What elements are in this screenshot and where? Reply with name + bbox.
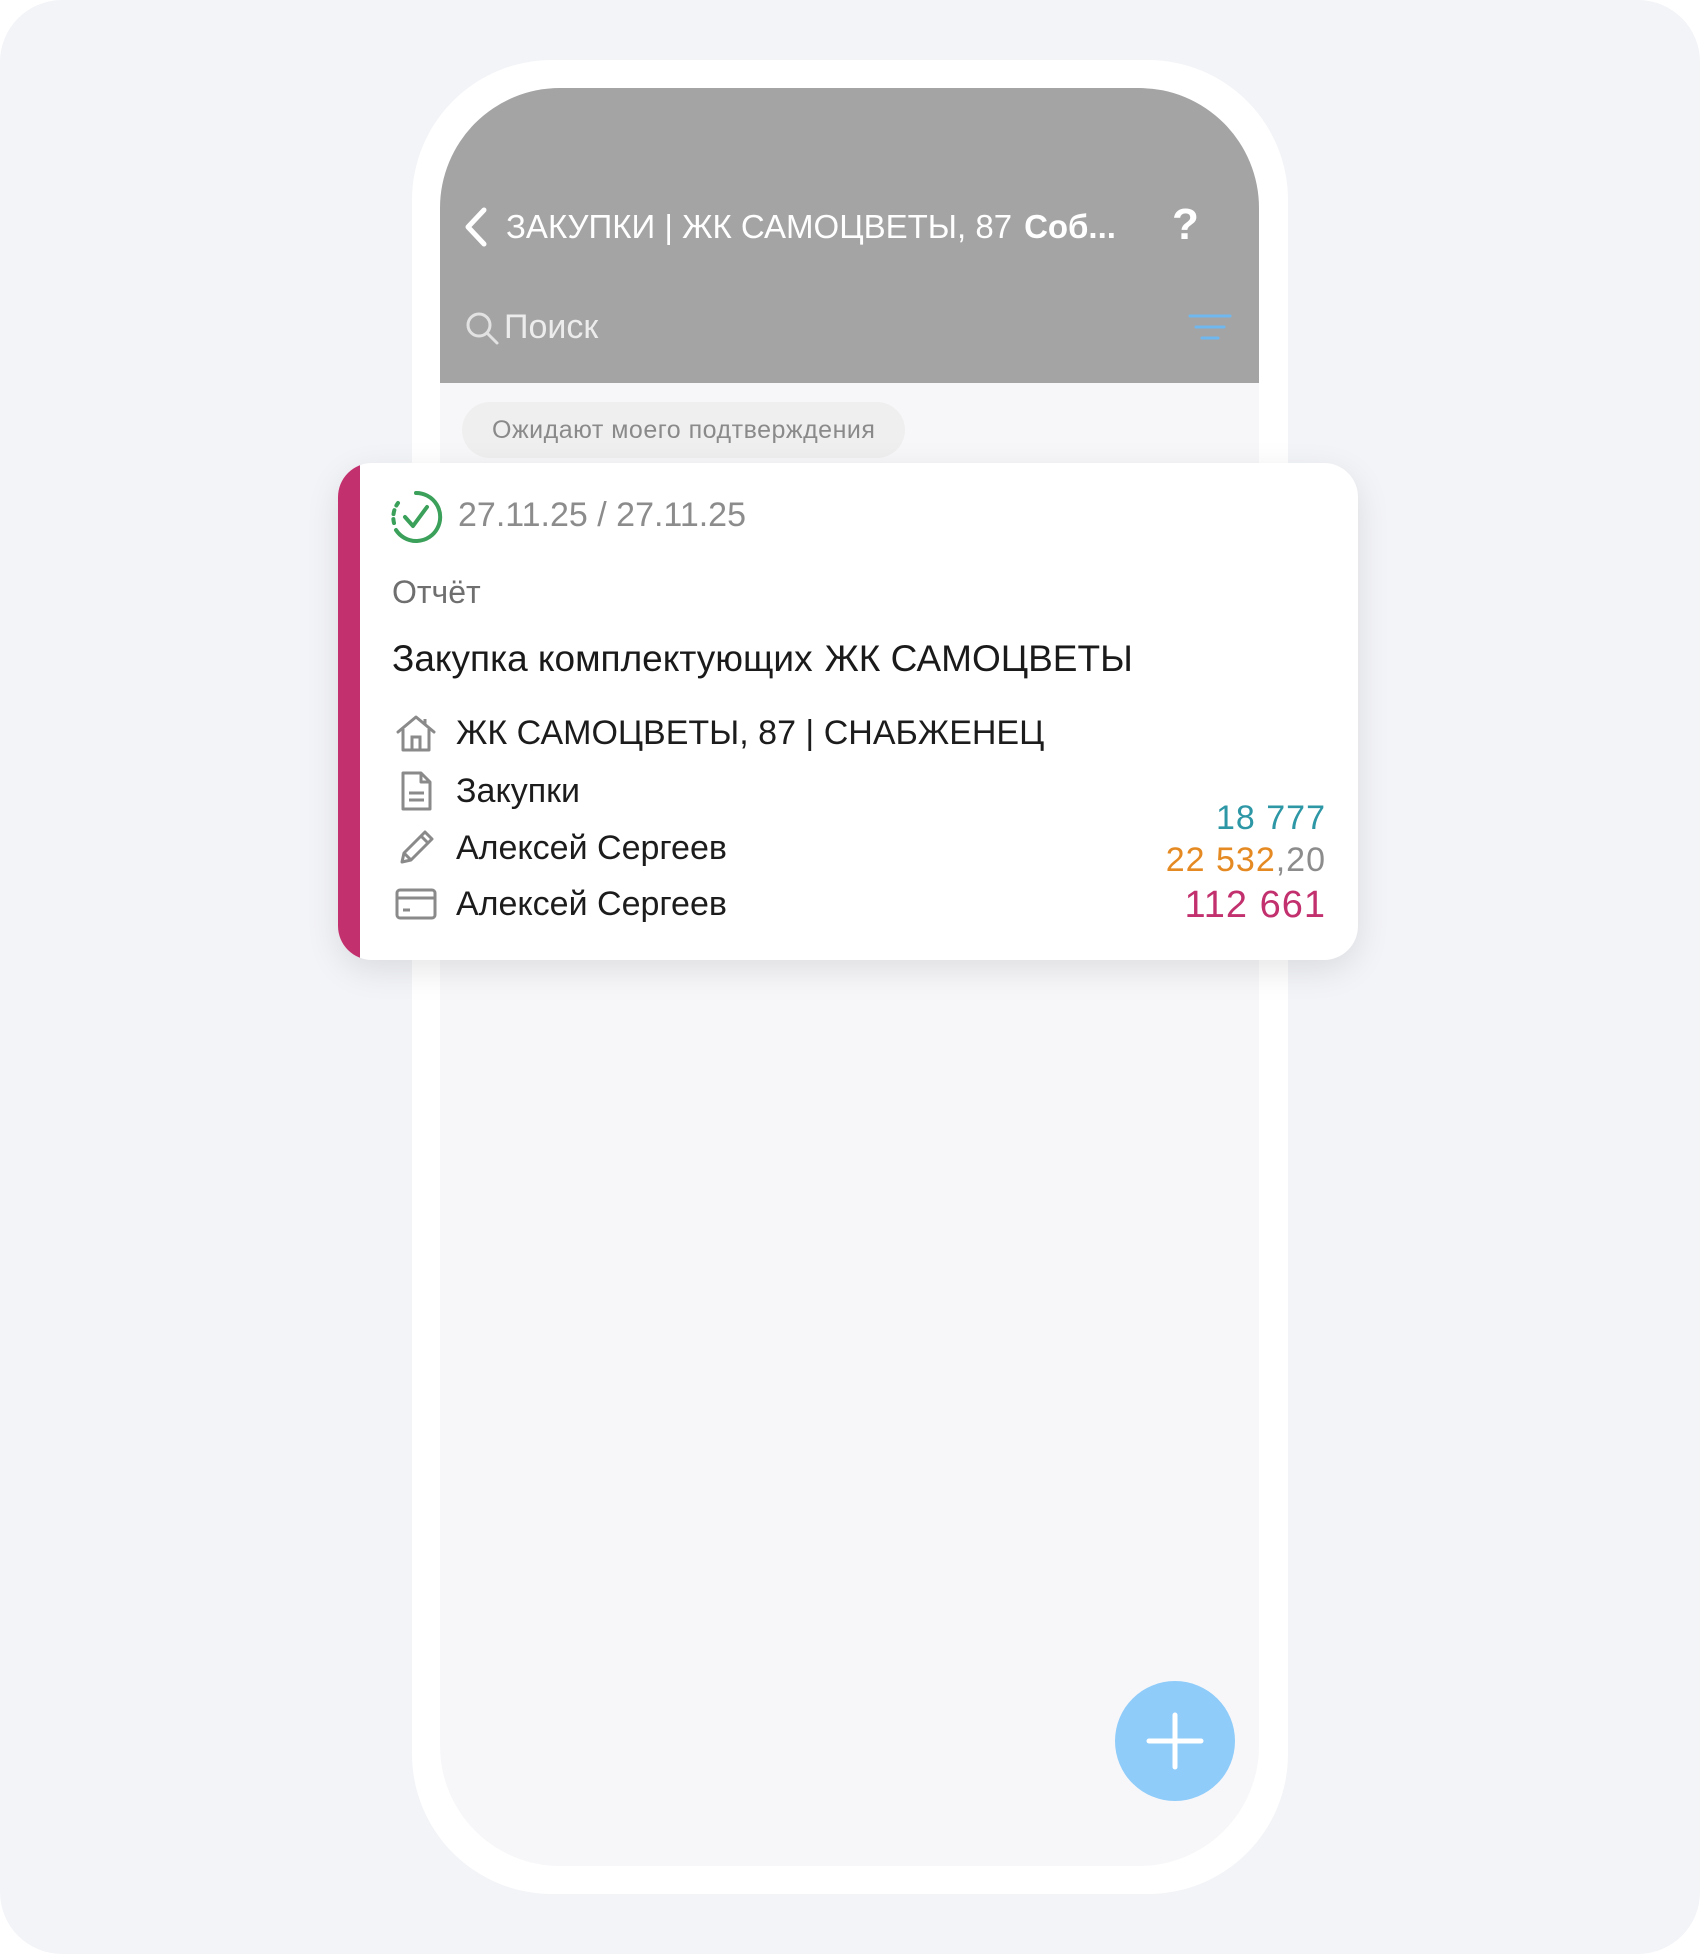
- home-icon: [396, 715, 436, 752]
- card-title-part2: ЖК САМОЦВЕТЫ: [824, 638, 1133, 679]
- pencil-icon: [400, 830, 434, 864]
- add-button[interactable]: [1115, 1681, 1235, 1801]
- row-object: ЖК САМОЦВЕТЫ, 87 | СНАБЖЕНЕЦ: [456, 714, 1045, 752]
- card-icon: [395, 888, 437, 920]
- back-chevron-icon[interactable]: [462, 204, 492, 250]
- amount-second-dec: ,20: [1275, 841, 1326, 879]
- document-card[interactable]: 27.11.25 / 27.11.25 Отчёт Закупка компле…: [338, 463, 1358, 960]
- card-accent-bar: [338, 463, 360, 960]
- amount-second: 22 532,20: [1166, 840, 1326, 880]
- document-icon: [401, 771, 432, 811]
- card-dates: 27.11.25 / 27.11.25: [458, 496, 746, 534]
- app-screen: ЗАКУПКИ | ЖК САМОЦВЕТЫ, 87 Соб... ? Ожида…: [440, 88, 1259, 1866]
- page-title-main: ЗАКУПКИ | ЖК САМОЦВЕТЫ, 87: [506, 208, 1013, 245]
- amount-first: 18 777: [1216, 799, 1326, 837]
- card-title-part1: Закупка комплектующих: [392, 638, 813, 679]
- row-payer: Алексей Сергеев: [456, 885, 727, 923]
- app-header: ЗАКУПКИ | ЖК САМОЦВЕТЫ, 87 Соб... ?: [440, 88, 1259, 383]
- search-input[interactable]: [504, 302, 1104, 352]
- row-category: Закупки: [456, 772, 580, 810]
- card-type: Отчёт: [392, 574, 481, 610]
- page-title-bold: Соб...: [1024, 208, 1116, 245]
- plus-icon: [1146, 1712, 1204, 1770]
- card-title: Закупка комплектующих ЖК САМОЦВЕТЫ: [392, 635, 1133, 683]
- check-circle-icon: [391, 490, 443, 543]
- filter-chip[interactable]: Ожидают моего подтверждения: [462, 402, 906, 458]
- page-title: ЗАКУПКИ | ЖК САМОЦВЕТЫ, 87 Соб...: [506, 206, 1146, 248]
- search-icon: [466, 312, 499, 345]
- help-button[interactable]: ?: [1172, 200, 1199, 250]
- row-author: Алексей Сергеев: [456, 829, 727, 867]
- amount-second-int: 22 532: [1165, 841, 1276, 879]
- filter-icon[interactable]: [1188, 310, 1232, 346]
- amount-total: 112 661: [1184, 884, 1326, 926]
